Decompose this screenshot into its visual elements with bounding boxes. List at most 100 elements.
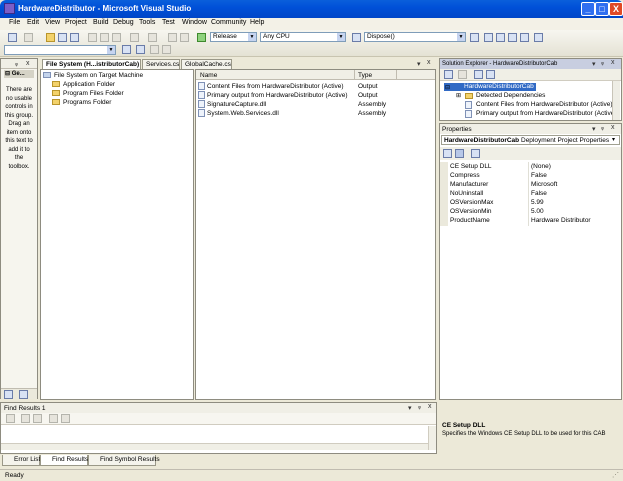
close-icon[interactable]: x xyxy=(428,403,432,410)
close-icon[interactable]: x xyxy=(611,124,615,131)
find-in-files-icon[interactable] xyxy=(352,33,361,42)
connect-device-icon[interactable] xyxy=(122,45,131,54)
menu-test[interactable]: Test xyxy=(162,19,175,26)
refresh-icon[interactable] xyxy=(474,70,483,79)
tab-services-cs[interactable]: Services.cs xyxy=(142,59,180,69)
menu-community[interactable]: Community xyxy=(211,19,246,26)
list-item[interactable]: SignatureCapture.dll Assembly xyxy=(196,100,386,109)
tab-find-symbol-results[interactable]: Find Symbol Results xyxy=(88,455,160,466)
property-row[interactable]: OSVersionMax 5.99 xyxy=(440,198,618,207)
collapse-icon[interactable]: ⊟ xyxy=(445,84,450,91)
next-location-icon[interactable] xyxy=(33,414,42,423)
tab-find-results-1[interactable]: Find Results 1 xyxy=(40,455,94,466)
property-row[interactable]: CE Setup DLL (None) xyxy=(440,162,618,171)
menu-project[interactable]: Project xyxy=(65,19,87,26)
tab-globalcache-cs[interactable]: GlobalCache.cs xyxy=(181,59,232,69)
tab-error-list[interactable]: Error List xyxy=(2,455,40,466)
start-debugging-icon[interactable] xyxy=(197,33,206,42)
pin-icon[interactable]: ᵩ xyxy=(601,59,604,66)
property-row[interactable]: Compress False xyxy=(440,171,618,180)
clear-all-icon[interactable] xyxy=(49,414,58,423)
properties-window-icon[interactable] xyxy=(496,33,505,42)
menu-debug[interactable]: Debug xyxy=(113,19,134,26)
tab-file-system[interactable]: File System (H...istributorCab) xyxy=(42,59,141,69)
undo-icon[interactable] xyxy=(130,33,139,42)
scrollbar[interactable] xyxy=(612,81,620,120)
save-all-icon[interactable] xyxy=(70,33,79,42)
resize-grip-icon[interactable]: ⋰ xyxy=(612,471,619,479)
navigate-forward-icon[interactable] xyxy=(180,33,189,42)
navigate-back-icon[interactable] xyxy=(168,33,177,42)
device-combo[interactable]: ▼ xyxy=(4,45,116,55)
dropdown-icon[interactable]: ▾ xyxy=(408,404,412,412)
pin-icon[interactable]: ᵩ xyxy=(418,403,421,410)
object-selector[interactable]: HardwareDistributorCab Deployment Projec… xyxy=(441,135,620,145)
vertical-scrollbar[interactable] xyxy=(428,426,436,450)
list-item[interactable]: System.Web.Services.dll Assembly xyxy=(196,109,386,118)
uncomment-icon[interactable] xyxy=(162,45,171,54)
tab-list-dropdown-icon[interactable]: ▾ xyxy=(417,60,421,68)
toolbox-tab-icon[interactable] xyxy=(4,390,13,399)
solution-explorer-icon[interactable] xyxy=(484,33,493,42)
add-item-icon[interactable] xyxy=(24,33,33,42)
find-icon[interactable] xyxy=(470,33,479,42)
view-designer-icon[interactable] xyxy=(486,70,495,79)
toolbox-pin-icon[interactable]: ᵩ xyxy=(15,60,18,67)
categorized-icon[interactable] xyxy=(443,149,452,158)
show-all-files-icon[interactable] xyxy=(458,70,467,79)
tree-item-detected-dependencies[interactable]: Detected Dependencies xyxy=(476,92,545,99)
go-to-location-icon[interactable] xyxy=(6,414,15,423)
previous-location-icon[interactable] xyxy=(21,414,30,423)
property-row[interactable]: NoUninstall False xyxy=(440,189,618,198)
comment-icon[interactable] xyxy=(150,45,159,54)
cut-icon[interactable] xyxy=(88,33,97,42)
menu-tools[interactable]: Tools xyxy=(139,19,155,26)
dropdown-icon[interactable]: ▾ xyxy=(592,125,596,133)
editor-close-icon[interactable]: x xyxy=(427,59,431,66)
menu-file[interactable]: File xyxy=(9,19,20,26)
tree-item-primary-output[interactable]: Primary output from HardwareDistributor … xyxy=(476,110,617,117)
property-pages-icon[interactable] xyxy=(471,149,480,158)
toolbox-close-icon[interactable]: x xyxy=(26,60,30,67)
server-explorer-icon[interactable] xyxy=(19,390,28,399)
menu-window[interactable]: Window xyxy=(182,19,207,26)
object-browser-icon[interactable] xyxy=(508,33,517,42)
paste-icon[interactable] xyxy=(112,33,121,42)
menu-help[interactable]: Help xyxy=(250,19,264,26)
redo-icon[interactable] xyxy=(148,33,157,42)
new-project-icon[interactable] xyxy=(8,33,17,42)
stop-find-icon[interactable] xyxy=(61,414,70,423)
find-combo[interactable]: Dispose() ▼ xyxy=(364,32,466,42)
column-header-type[interactable]: Type xyxy=(358,72,372,79)
alphabetical-icon[interactable] xyxy=(455,149,464,158)
platform-select[interactable]: Any CPU ▼ xyxy=(260,32,346,42)
list-item[interactable]: Primary output from HardwareDistributor … xyxy=(196,91,378,100)
tree-item-project[interactable]: HardwareDistributorCab xyxy=(444,83,536,91)
pin-icon[interactable]: ᵩ xyxy=(601,124,604,131)
close-icon[interactable]: x xyxy=(611,59,615,66)
save-icon[interactable] xyxy=(58,33,67,42)
properties-icon[interactable] xyxy=(444,70,453,79)
dropdown-icon[interactable]: ▾ xyxy=(592,60,596,68)
property-row[interactable]: OSVersionMin 5.00 xyxy=(440,207,618,216)
property-row[interactable]: Manufacturer Microsoft xyxy=(440,180,618,189)
open-folder-icon[interactable] xyxy=(46,33,55,42)
menu-build[interactable]: Build xyxy=(93,19,109,26)
column-divider[interactable] xyxy=(396,70,397,80)
toolbox-icon[interactable] xyxy=(520,33,529,42)
horizontal-scrollbar[interactable] xyxy=(1,443,428,450)
configuration-select[interactable]: Release ▼ xyxy=(210,32,257,42)
list-item[interactable]: Content Files from HardwareDistributor (… xyxy=(196,82,378,91)
start-page-icon[interactable] xyxy=(534,33,543,42)
column-header-name[interactable]: Name xyxy=(200,72,217,79)
tree-item-content-files[interactable]: Content Files from HardwareDistributor (… xyxy=(476,101,613,108)
expand-icon[interactable]: ⊞ xyxy=(456,92,461,99)
property-row[interactable]: ProductName Hardware Distributor xyxy=(440,216,618,225)
device-options-icon[interactable] xyxy=(136,45,145,54)
minimize-button[interactable]: _ xyxy=(581,2,595,16)
column-divider[interactable] xyxy=(354,70,355,80)
close-button[interactable]: X xyxy=(609,2,623,16)
menu-view[interactable]: View xyxy=(45,19,60,26)
toolbox-group-general[interactable]: ⊟ Ge... xyxy=(4,70,34,78)
copy-icon[interactable] xyxy=(100,33,109,42)
